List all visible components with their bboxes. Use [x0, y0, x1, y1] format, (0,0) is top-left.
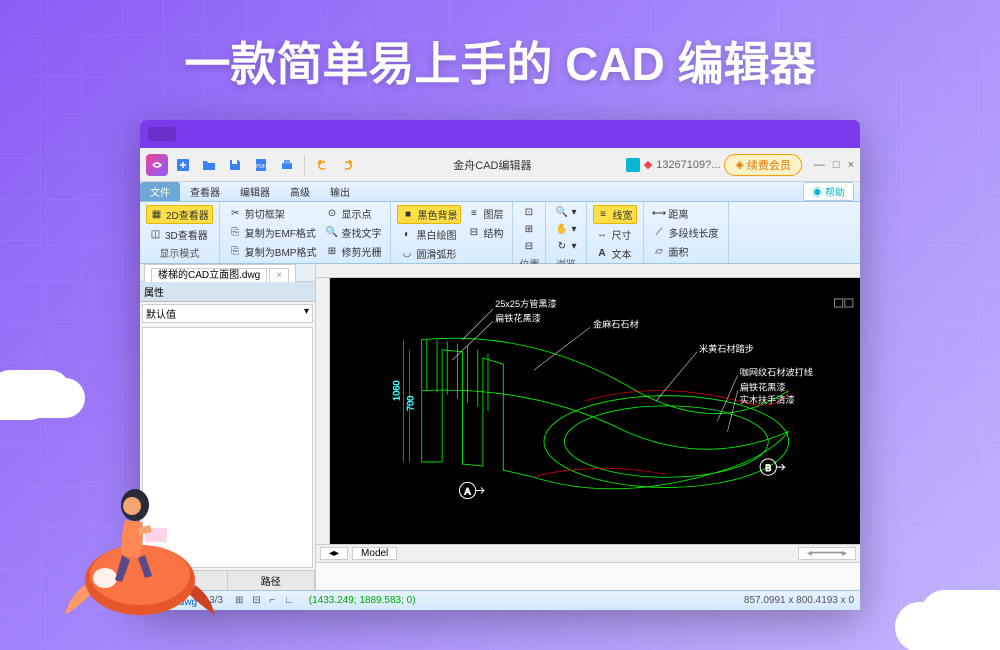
menu-file[interactable]: 文件	[140, 182, 180, 201]
svg-text:咖网纹石材波打线: 咖网纹石材波打线	[740, 366, 813, 377]
pan-icon[interactable]: ✋▾	[552, 222, 579, 237]
window-chrome-top	[140, 120, 860, 148]
svg-text:A: A	[465, 487, 472, 497]
rocket-illustration	[50, 450, 230, 630]
decorative-cloud	[0, 370, 70, 410]
maximize-button[interactable]: □	[833, 159, 840, 171]
snap-icons[interactable]: ⊞ ⊟ ⌐ ∟	[235, 595, 297, 606]
copy-bmp-button[interactable]: ⎘复制为BMP格式	[226, 243, 320, 260]
show-points-button[interactable]: ⊙显示点	[322, 205, 384, 222]
svg-text:PDF: PDF	[256, 164, 266, 170]
find-text-button[interactable]: 🔍查找文字	[322, 224, 384, 241]
statusbar: 立面图.dwg 3/3 ⊞ ⊟ ⌐ ∟ (1433.249; 1889.583;…	[140, 590, 860, 610]
2d-viewer-button[interactable]: ▦2D查看器	[146, 205, 213, 224]
user-phone[interactable]: ◆ 13267109?...	[626, 158, 721, 172]
app-logo-icon	[146, 154, 168, 176]
vip-renew-button[interactable]: ◈ 续费会员	[724, 154, 801, 176]
clip-frame-button[interactable]: ✂剪切框架	[226, 205, 320, 222]
open-folder-icon[interactable]	[198, 154, 220, 176]
app-title: 金舟CAD编辑器	[363, 157, 622, 173]
lineweight-button[interactable]: ≡线宽	[593, 205, 637, 224]
ribbon-group-cad-settings: ■黑色背景 ◐黑白绘图 ◡圆滑弧形 ≡图层 ⊟结构 CAD绘图设置	[391, 202, 513, 263]
cube-3d-icon: ◫	[149, 228, 162, 241]
svg-text:700: 700	[406, 396, 416, 411]
chevron-down-icon: ▾	[304, 306, 309, 321]
ribbon-group-browse: 🔍▾ ✋▾ ↻▾ 浏览	[546, 202, 586, 263]
svg-text:B: B	[765, 463, 771, 473]
black-bg-button[interactable]: ■黑色背景	[397, 205, 461, 224]
menubar: 文件 查看器 编辑器 高级 输出 ◉ 帮助	[140, 182, 860, 202]
orbit-icon[interactable]: ↻▾	[552, 239, 579, 254]
model-tab-strip: ◂▸ Model ◂━━━━━▸	[316, 544, 860, 562]
app-window: PDF 金舟CAD编辑器 ◆ 13267109?... ◈ 续费会员 — □ ×…	[140, 120, 860, 610]
polyline-length-button[interactable]: ⟋多段线长度	[650, 224, 722, 241]
trim-raster-button[interactable]: ⊞修剪光栅	[322, 243, 384, 260]
dimension-button[interactable]: ↔尺寸	[593, 226, 637, 243]
distance-button[interactable]: ⟷距离	[650, 205, 722, 222]
redo-icon[interactable]	[337, 154, 359, 176]
position-icon-3[interactable]: ⊟	[519, 239, 538, 254]
minimize-button[interactable]: —	[814, 159, 825, 171]
cube-2d-icon: ▦	[150, 208, 163, 221]
tab-close-icon[interactable]: ×	[269, 268, 289, 282]
decorative-cloud	[920, 590, 1000, 640]
ribbon-group-position: ⊡ ⊞ ⊟ 位置	[513, 202, 546, 263]
help-button[interactable]: ◉ 帮助	[803, 182, 854, 201]
close-button[interactable]: ×	[848, 159, 854, 171]
position-icon-1[interactable]: ⊡	[519, 205, 538, 220]
new-file-icon[interactable]	[172, 154, 194, 176]
status-dimensions: 857.0991 x 800.4193 x 0	[744, 595, 854, 606]
file-tab[interactable]: 楼梯的CAD立面图.dwg×	[144, 264, 296, 282]
svg-text:金麻石石材: 金麻石石材	[593, 318, 639, 329]
pdf-icon[interactable]: PDF	[250, 154, 272, 176]
text-button[interactable]: A文本	[593, 245, 637, 262]
ruler-horizontal	[316, 264, 860, 278]
smooth-arc-button[interactable]: ◡圆滑弧形	[397, 245, 461, 262]
save-icon[interactable]	[224, 154, 246, 176]
file-tab-strip: 楼梯的CAD立面图.dwg×	[140, 264, 315, 282]
svg-text:25x25方管黑漆: 25x25方管黑漆	[495, 298, 557, 309]
ribbon-group-tools: ✂剪切框架 ⎘复制为EMF格式 ⎘复制为BMP格式 ⊙显示点 🔍查找文字 ⊞修剪…	[220, 202, 392, 263]
svg-text:扁铁花黑漆: 扁铁花黑漆	[740, 382, 786, 393]
menu-editor[interactable]: 编辑器	[230, 184, 280, 199]
position-icon-2[interactable]: ⊞	[519, 222, 538, 237]
structure-button[interactable]: ⊟结构	[464, 224, 506, 241]
hero-title: 一款简单易上手的 CAD 编辑器	[184, 28, 815, 94]
menu-output[interactable]: 输出	[320, 184, 360, 199]
layers-button[interactable]: ≡图层	[464, 205, 506, 222]
tab-path[interactable]: 路径	[228, 571, 316, 590]
print-icon[interactable]	[276, 154, 298, 176]
ribbon-group-hide: ≡线宽 ↔尺寸 A文本 隐藏	[587, 202, 644, 263]
svg-text:米黄石材踏步: 米黄石材踏步	[699, 343, 754, 354]
drawing-canvas[interactable]: 1060 700 25x25方管黑漆 扁铁花黑漆 金麻石石材	[330, 278, 860, 544]
viewport-controls-icon[interactable]	[835, 299, 853, 307]
bw-drawing-button[interactable]: ◐黑白绘图	[397, 226, 461, 243]
diamond-icon: ◈	[735, 158, 743, 171]
ruler-vertical	[316, 278, 330, 544]
status-coords: (1433.249; 1889.583; 0)	[309, 595, 416, 606]
area-button[interactable]: ▱面积	[650, 243, 722, 260]
scrollbar-horizontal[interactable]: ◂━━━━━▸	[798, 547, 856, 560]
command-line[interactable]	[316, 562, 860, 590]
phone-icon	[626, 158, 640, 172]
menu-viewer[interactable]: 查看器	[180, 184, 230, 199]
ribbon-group-measure: ⟷距离 ⟋多段线长度 ▱面积 测量	[644, 202, 729, 263]
titlebar: PDF 金舟CAD编辑器 ◆ 13267109?... ◈ 续费会员 — □ ×	[140, 148, 860, 182]
ribbon: ▦2D查看器 ◫3D查看器 显示模式 ✂剪切框架 ⎘复制为EMF格式 ⎘复制为B…	[140, 202, 860, 264]
svg-text:扁铁花黑漆: 扁铁花黑漆	[495, 312, 541, 323]
properties-header: 属性	[140, 282, 315, 302]
ribbon-group-display-mode: ▦2D查看器 ◫3D查看器 显示模式	[140, 202, 220, 263]
menu-advanced[interactable]: 高级	[280, 184, 320, 199]
copy-emf-button[interactable]: ⎘复制为EMF格式	[226, 224, 320, 241]
model-tab[interactable]: Model	[352, 547, 397, 560]
properties-selector[interactable]: 默认值▾	[142, 304, 313, 323]
canvas-area: 1060 700 25x25方管黑漆 扁铁花黑漆 金麻石石材	[316, 264, 860, 590]
chrome-pill	[148, 127, 176, 141]
svg-text:实木扶手清漆: 实木扶手清漆	[740, 394, 795, 405]
svg-text:1060: 1060	[391, 380, 401, 400]
undo-icon[interactable]	[311, 154, 333, 176]
3d-viewer-button[interactable]: ◫3D查看器	[146, 226, 213, 243]
zoom-in-icon[interactable]: 🔍▾	[552, 205, 579, 220]
